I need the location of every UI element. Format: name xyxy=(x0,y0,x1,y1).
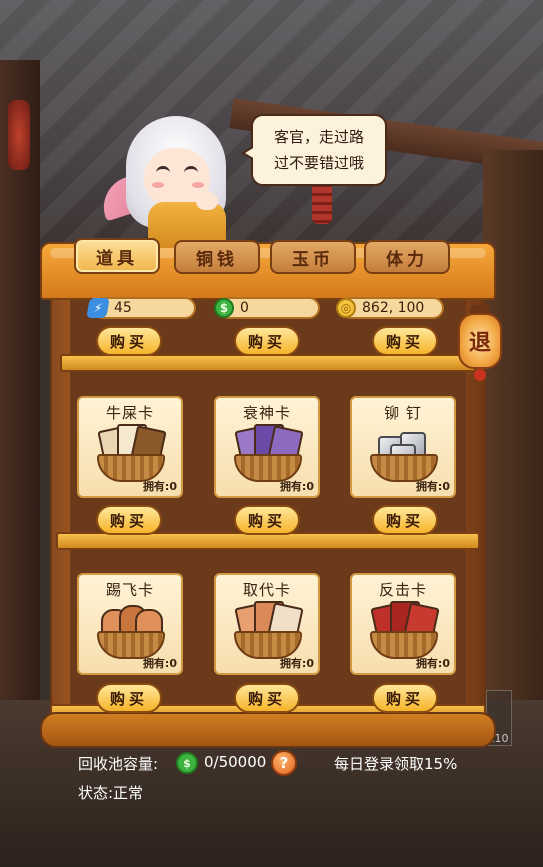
recycle-pool-value: 0/50000 xyxy=(204,753,267,771)
lantern-tassel xyxy=(474,369,486,381)
buy-button[interactable]: 购买 xyxy=(96,505,162,535)
item-name: 衰神卡 xyxy=(242,404,291,422)
item-card[interactable]: 衰神卡 拥有:0 xyxy=(214,396,320,498)
status-text: 状态:正常 xyxy=(78,784,144,802)
green-coin-icon: $ xyxy=(214,298,234,318)
gold-coin-icon: ◎ xyxy=(336,298,356,318)
owned-count: 拥有:0 xyxy=(279,480,314,493)
lightning-icon: ⚡ xyxy=(86,298,110,318)
kick-card-icon xyxy=(97,605,165,659)
shopkeeper-character xyxy=(95,108,246,248)
item-card[interactable]: 牛屎卡 拥有:0 xyxy=(77,396,183,498)
owned-count: 拥有:0 xyxy=(279,657,314,670)
item-name: 取代卡 xyxy=(242,581,291,599)
background-lantern xyxy=(8,100,30,170)
exit-label: 退 xyxy=(468,331,491,356)
green-coin-icon: $ xyxy=(176,752,198,774)
item-card[interactable]: 踢飞卡 拥有:0 xyxy=(77,573,183,675)
speech-line-2: 过不要错过哦 xyxy=(273,154,364,172)
energy-value: 45 xyxy=(114,300,132,316)
character-eye xyxy=(184,166,198,174)
rivet-icon xyxy=(370,428,438,482)
tab-copper[interactable]: 铜钱 xyxy=(174,240,260,274)
bad-luck-card-icon xyxy=(234,424,304,482)
item-name: 反击卡 xyxy=(378,581,427,599)
owned-count: 拥有:0 xyxy=(142,657,177,670)
gold-coin-value: 862, 100 xyxy=(362,300,425,316)
item-card[interactable]: 铆 钉 拥有:0 xyxy=(350,396,456,498)
speech-line-1: 客官，走过路 xyxy=(273,128,364,146)
speech-bubble: 客官，走过路 过不要错过哦 xyxy=(241,114,387,186)
buy-button[interactable]: 购买 xyxy=(234,326,300,356)
shelf-top xyxy=(60,354,476,372)
counter-card-icon xyxy=(370,601,440,659)
buy-button[interactable]: 购买 xyxy=(96,683,162,713)
item-name: 踢飞卡 xyxy=(105,581,154,599)
character-blush xyxy=(152,182,164,188)
character-hand xyxy=(196,192,218,210)
replace-card-icon xyxy=(234,601,304,659)
buy-button[interactable]: 购买 xyxy=(234,683,300,713)
buy-button[interactable]: 购买 xyxy=(372,326,438,356)
tab-jade[interactable]: 玉币 xyxy=(270,240,356,274)
item-card[interactable]: 取代卡 拥有:0 xyxy=(214,573,320,675)
owned-count: 拥有:0 xyxy=(415,480,450,493)
shop-tabs: 道具 铜钱 玉币 体力 xyxy=(74,238,454,276)
character-blush xyxy=(192,182,204,188)
dung-card-icon xyxy=(97,424,167,482)
daily-bonus-text: 每日登录领取15% xyxy=(334,755,458,773)
buy-button[interactable]: 购买 xyxy=(372,505,438,535)
tab-stamina[interactable]: 体力 xyxy=(364,240,450,274)
buy-button[interactable]: 购买 xyxy=(234,505,300,535)
owned-count: 拥有:0 xyxy=(415,657,450,670)
gold-coin-counter: ◎ 862, 100 xyxy=(336,297,444,319)
buy-button[interactable]: 购买 xyxy=(96,326,162,356)
item-name: 铆 钉 xyxy=(384,404,422,422)
owned-count: 拥有:0 xyxy=(142,480,177,493)
character-eye xyxy=(156,166,170,174)
green-coin-counter: $ 0 xyxy=(214,297,320,319)
buy-button[interactable]: 购买 xyxy=(372,683,438,713)
recycle-pool-label: 回收池容量: xyxy=(78,755,159,773)
cabinet-base xyxy=(40,712,496,748)
tab-items[interactable]: 道具 xyxy=(74,238,160,274)
energy-counter: ⚡ 45 xyxy=(86,297,196,319)
item-card[interactable]: 反击卡 拥有:0 xyxy=(350,573,456,675)
exit-button[interactable]: 退 xyxy=(456,305,504,381)
item-name: 牛屎卡 xyxy=(105,404,154,422)
help-button[interactable]: ? xyxy=(271,750,297,776)
exit-lantern[interactable]: 退 xyxy=(458,313,502,369)
green-coin-value: 0 xyxy=(240,300,249,316)
